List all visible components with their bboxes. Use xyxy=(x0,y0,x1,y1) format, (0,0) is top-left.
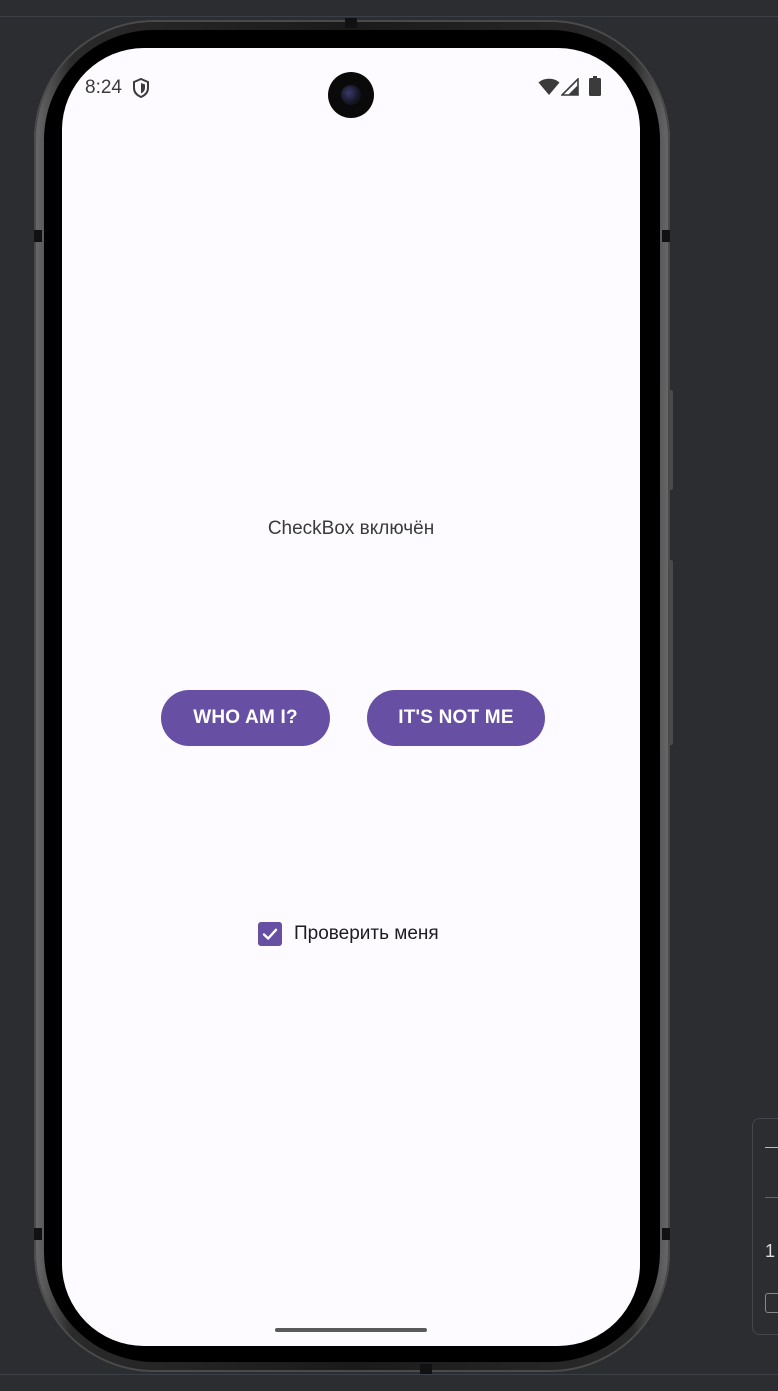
phone-screen: 8:24 CheckBox включён WHO AM I? IT'S NOT… xyxy=(62,48,640,1346)
front-camera xyxy=(328,72,374,118)
ide-top-bar xyxy=(0,0,778,17)
antenna-band xyxy=(662,1228,670,1240)
who-am-i-button[interactable]: WHO AM I? xyxy=(161,690,330,746)
checkmark-icon xyxy=(262,928,278,940)
volume-button[interactable] xyxy=(668,560,673,745)
antenna-band xyxy=(34,1228,42,1240)
wifi-icon xyxy=(538,78,560,95)
status-time: 8:24 xyxy=(85,77,122,98)
frame-notch-bottom xyxy=(420,1364,432,1374)
camera-lens xyxy=(341,85,361,105)
antenna-band xyxy=(34,230,42,242)
battery-icon xyxy=(589,76,601,96)
check-me-checkbox[interactable]: Проверить меня xyxy=(258,920,439,948)
panel-divider xyxy=(765,1147,778,1148)
ide-bottom-bar xyxy=(0,1374,778,1391)
ide-side-panel: 1 xyxy=(752,1118,778,1335)
its-not-me-button[interactable]: IT'S NOT ME xyxy=(367,690,545,746)
panel-number: 1 xyxy=(765,1241,776,1261)
frame-notch-top xyxy=(345,18,357,28)
checkbox-state-text: CheckBox включён xyxy=(267,518,435,539)
checkbox-checked-box[interactable] xyxy=(258,922,282,946)
shield-icon xyxy=(133,78,149,98)
signal-icon xyxy=(561,78,579,96)
power-button[interactable] xyxy=(668,390,673,490)
panel-square-icon[interactable] xyxy=(765,1293,778,1313)
status-bar: 8:24 xyxy=(62,48,640,128)
panel-divider xyxy=(765,1197,778,1198)
antenna-band xyxy=(662,230,670,242)
home-indicator[interactable] xyxy=(275,1328,427,1332)
checkbox-label: Проверить меня xyxy=(294,923,439,944)
